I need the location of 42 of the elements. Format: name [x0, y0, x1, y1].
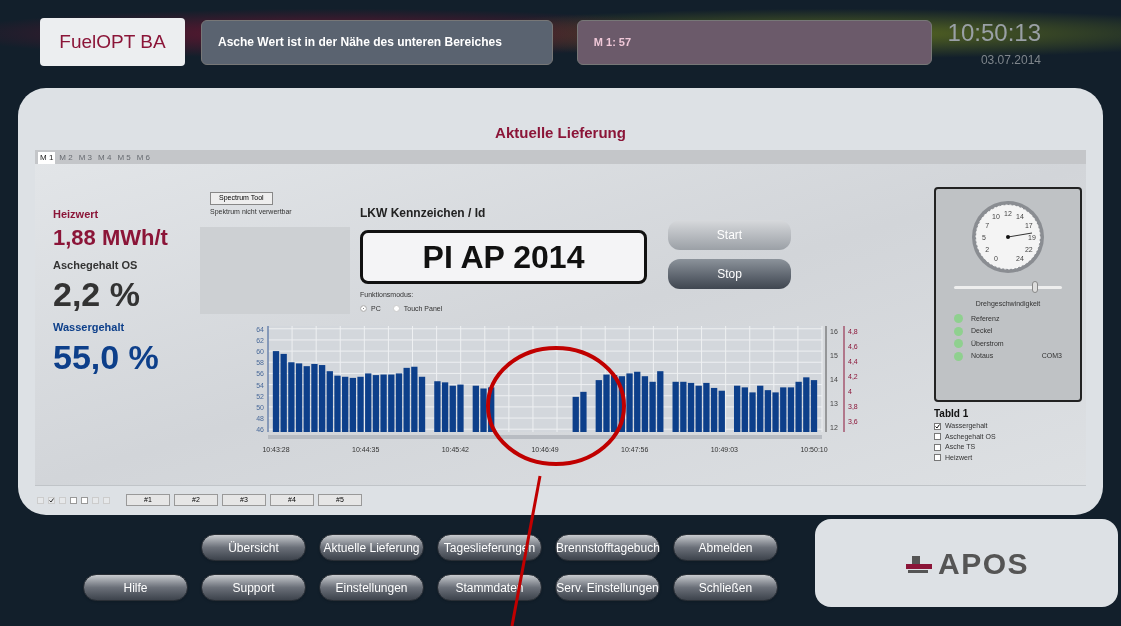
toggle-title: TabId 1	[934, 407, 970, 421]
nav-button[interactable]: Serv. Einstellungen	[555, 574, 660, 601]
nav-button[interactable]: Einstellungen	[319, 574, 424, 601]
mini-checkbox[interactable]	[70, 496, 77, 504]
reading-value: 2,2 %	[53, 277, 141, 311]
reading-value: 55,0 %	[53, 339, 160, 374]
brand-name: APOS	[938, 545, 1029, 582]
clock-date: 03.07.2014	[980, 52, 1041, 69]
nav-button[interactable]: Brennstofftagebuch	[555, 534, 660, 561]
license-plate: PI AP 2014	[360, 230, 647, 284]
check-icon	[49, 497, 54, 503]
tab[interactable]: M 3	[76, 152, 95, 164]
stop-button[interactable]: Stop	[668, 259, 791, 289]
tab[interactable]: M 4	[96, 152, 114, 164]
reading-label: Aschegehalt OS	[53, 257, 139, 273]
tab[interactable]: M 2	[57, 152, 75, 164]
tab[interactable]: M 1	[38, 152, 56, 164]
message-panel: Asche Wert ist in der Nähe des unteren Bereiches	[201, 19, 553, 65]
tab[interactable]: M 5	[115, 152, 133, 164]
mini-checkbox[interactable]	[37, 496, 44, 504]
slider-thumb[interactable]	[1032, 281, 1038, 293]
clock-time: 10:50:13	[947, 18, 1041, 48]
nav-button[interactable]: Aktuelle Lieferung	[319, 534, 424, 561]
mini-checkbox[interactable]	[48, 496, 55, 504]
plate-label: LKW Kennzeichen / Id	[360, 205, 487, 222]
reading-value: 1,88 MWh/t	[53, 226, 169, 249]
reading-label: Wassergehalt	[53, 320, 126, 335]
app-logo: FuelOPT BA	[40, 18, 185, 66]
mini-checkbox[interactable]	[59, 496, 66, 504]
check-icon	[935, 423, 940, 429]
mini-checkbox[interactable]	[103, 496, 110, 504]
page-title: Aktuelle Lieferung	[495, 123, 626, 143]
mini-checkbox[interactable]	[81, 496, 88, 504]
reading-label: Heizwert	[53, 207, 100, 222]
mini-checkbox[interactable]	[92, 496, 99, 504]
nav-button[interactable]: Hilfe	[83, 574, 188, 601]
tab[interactable]: M 6	[134, 152, 153, 164]
nav-button[interactable]: Übersicht	[201, 534, 306, 561]
nav-button[interactable]: Schließen	[673, 574, 778, 601]
nav-button[interactable]: Support	[201, 574, 306, 601]
status-panel: M 1: 57	[576, 19, 932, 65]
nav-button[interactable]: Abmelden	[673, 534, 778, 561]
